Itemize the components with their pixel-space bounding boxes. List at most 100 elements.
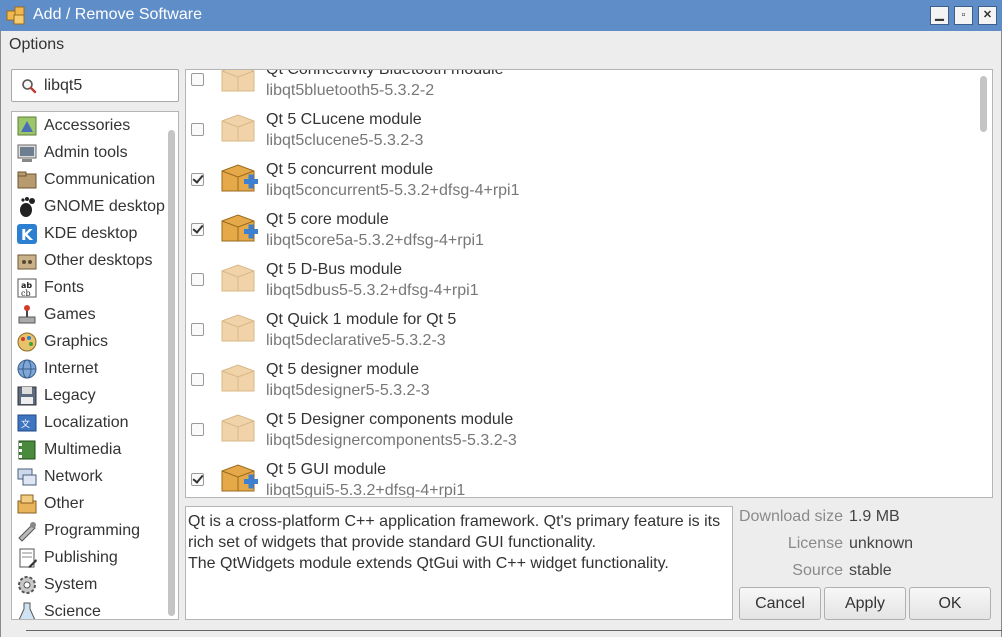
category-label: Science bbox=[44, 603, 101, 620]
package-icon bbox=[214, 257, 262, 302]
category-network[interactable]: Network bbox=[12, 464, 166, 491]
package-version: libqt5bluetooth5-5.3.2-2 bbox=[266, 82, 435, 99]
category-label: Other desktops bbox=[44, 252, 153, 269]
category-label: Publishing bbox=[44, 549, 118, 566]
package-checkbox[interactable] bbox=[191, 423, 204, 436]
package-version: libqt5designercomponents5-5.3.2-3 bbox=[266, 432, 517, 449]
svg-text:K: K bbox=[21, 226, 34, 244]
package-icon bbox=[214, 107, 262, 152]
category-label: Fonts bbox=[44, 279, 85, 296]
category-scrollbar[interactable] bbox=[168, 130, 175, 616]
package-checkbox[interactable] bbox=[191, 473, 204, 486]
category-label: Communication bbox=[44, 171, 156, 188]
package-version: libqt5concurrent5-5.3.2+dfsg-4+rpi1 bbox=[266, 182, 520, 199]
package-name: Qt Quick 1 module for Qt 5 bbox=[266, 311, 457, 328]
science-icon bbox=[16, 601, 38, 619]
maximize-button[interactable]: ▫ bbox=[954, 6, 973, 25]
category-legacy[interactable]: Legacy bbox=[12, 383, 166, 410]
package-name: Qt 5 GUI module bbox=[266, 461, 387, 478]
package-icon bbox=[214, 307, 262, 352]
category-system[interactable]: System bbox=[12, 572, 166, 599]
package-name: Qt Connectivity Bluetooth module bbox=[266, 69, 504, 78]
package-version: libqt5dbus5-5.3.2+dfsg-4+rpi1 bbox=[266, 282, 479, 299]
download-size-label: Download size bbox=[738, 508, 843, 525]
category-label: Games bbox=[44, 306, 96, 323]
category-label: KDE desktop bbox=[44, 225, 138, 242]
other-desktops-icon bbox=[16, 250, 38, 272]
category-science[interactable]: Science bbox=[12, 599, 166, 620]
category-label: Localization bbox=[44, 414, 129, 431]
accessories-icon bbox=[16, 115, 38, 137]
category-gnome-desktop[interactable]: GNOME desktop bbox=[12, 194, 166, 221]
package-name: Qt 5 core module bbox=[266, 211, 389, 228]
package-checkbox[interactable] bbox=[191, 373, 204, 386]
admin-tools-icon bbox=[16, 142, 38, 164]
download-size-value: 1.9 MB bbox=[849, 508, 900, 525]
graphics-icon bbox=[16, 331, 38, 353]
description-line: rich set of widgets that provide standar… bbox=[188, 534, 596, 551]
package-version: libqt5core5a-5.3.2+dfsg-4+rpi1 bbox=[266, 232, 484, 249]
software-box-icon bbox=[6, 5, 26, 30]
category-label: System bbox=[44, 576, 98, 593]
package-version: libqt5designer5-5.3.2-3 bbox=[266, 382, 430, 399]
package-name: Qt 5 designer module bbox=[266, 361, 419, 378]
network-icon bbox=[16, 466, 38, 488]
window-title: Add / Remove Software bbox=[33, 6, 202, 23]
category-games[interactable]: Games bbox=[12, 302, 166, 329]
ok-button[interactable]: OK bbox=[909, 587, 991, 620]
package-checkbox[interactable] bbox=[191, 73, 204, 86]
category-kde-desktop[interactable]: K KDE desktop bbox=[12, 221, 166, 248]
multimedia-icon bbox=[16, 439, 38, 461]
package-icon bbox=[214, 357, 262, 402]
category-fonts[interactable]: ab cb Fonts bbox=[12, 275, 166, 302]
package-version: libqt5gui5-5.3.2+dfsg-4+rpi1 bbox=[266, 482, 466, 498]
category-label: Accessories bbox=[44, 117, 131, 134]
category-label: Legacy bbox=[44, 387, 96, 404]
package-checkbox[interactable] bbox=[191, 273, 204, 286]
search-box[interactable] bbox=[11, 69, 179, 102]
category-accessories[interactable]: Accessories bbox=[12, 113, 166, 140]
package-list[interactable]: Qt Connectivity Bluetooth module libqt5bl… bbox=[185, 69, 993, 498]
description-line: The QtWidgets module extends QtGui with … bbox=[188, 555, 669, 572]
close-button[interactable]: ✕ bbox=[978, 6, 997, 25]
package-name: Qt 5 Designer components module bbox=[266, 411, 514, 428]
window-border-bottom bbox=[26, 630, 1002, 631]
package-checkbox[interactable] bbox=[191, 323, 204, 336]
category-communication[interactable]: Communication bbox=[12, 167, 166, 194]
svg-text:cb: cb bbox=[21, 289, 31, 298]
category-list[interactable]: Accessories Admin tools Communication GN… bbox=[11, 111, 179, 620]
package-checkbox[interactable] bbox=[191, 173, 204, 186]
legacy-icon bbox=[16, 385, 38, 407]
category-label: Programming bbox=[44, 522, 141, 539]
search-input[interactable] bbox=[44, 75, 174, 97]
package-scrollbar[interactable] bbox=[980, 76, 987, 132]
window-titlebar[interactable]: Add / Remove Software ▁ ▫ ✕ bbox=[0, 0, 1002, 31]
category-label: Network bbox=[44, 468, 103, 485]
category-graphics[interactable]: Graphics bbox=[12, 329, 166, 356]
category-publishing[interactable]: Publishing bbox=[12, 545, 166, 572]
cancel-button[interactable]: Cancel bbox=[739, 587, 821, 620]
category-multimedia[interactable]: Multimedia bbox=[12, 437, 166, 464]
minimize-button[interactable]: ▁ bbox=[930, 6, 949, 25]
package-name: Qt 5 concurrent module bbox=[266, 161, 434, 178]
menu-options[interactable]: Options bbox=[9, 36, 64, 54]
package-checkbox[interactable] bbox=[191, 223, 204, 236]
internet-icon bbox=[16, 358, 38, 380]
category-admin-tools[interactable]: Admin tools bbox=[12, 140, 166, 167]
category-programming[interactable]: Programming bbox=[12, 518, 166, 545]
window-border-left bbox=[0, 59, 1, 637]
category-internet[interactable]: Internet bbox=[12, 356, 166, 383]
package-icon bbox=[214, 407, 262, 452]
package-checkbox[interactable] bbox=[191, 123, 204, 136]
package-row[interactable]: Qt 5 GUI module libqt5gui5-5.3.2+dfsg-4+r… bbox=[186, 461, 976, 498]
apply-button[interactable]: Apply bbox=[824, 587, 906, 620]
category-other[interactable]: Other bbox=[12, 491, 166, 518]
fonts-icon: ab cb bbox=[16, 277, 38, 299]
system-icon bbox=[16, 574, 38, 596]
license-label: License bbox=[787, 535, 843, 552]
category-label: Graphics bbox=[44, 333, 109, 350]
kde-icon: K bbox=[16, 223, 38, 245]
package-description: Qt is a cross-platform C++ application f… bbox=[185, 506, 733, 620]
category-localization[interactable]: 文 Localization bbox=[12, 410, 166, 437]
category-other-desktops[interactable]: Other desktops bbox=[12, 248, 166, 275]
